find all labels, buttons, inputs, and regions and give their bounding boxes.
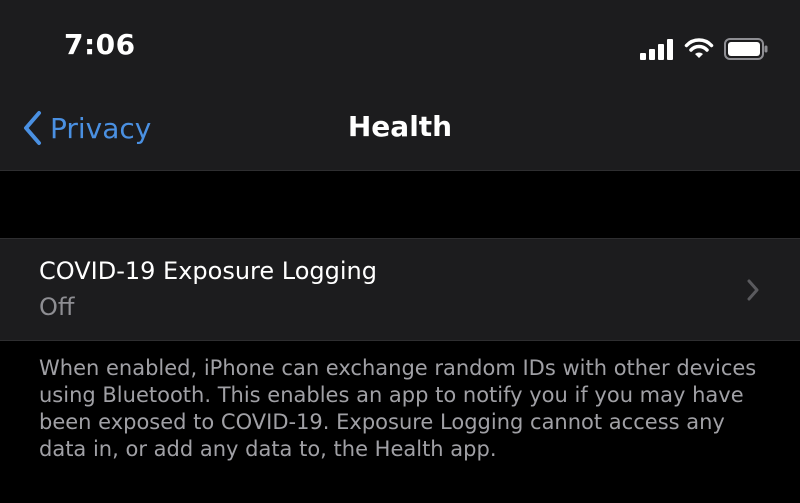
chevron-right-icon [747, 279, 759, 301]
status-time: 7:06 [64, 28, 136, 61]
cellular-signal-icon [640, 39, 673, 60]
cell-status: Off [39, 293, 75, 321]
screen: 7:06 Privacy Health COVID-19 Exposure Lo… [0, 0, 800, 503]
section-spacer [0, 171, 800, 238]
battery-icon [724, 38, 768, 60]
page-title: Health [347, 110, 453, 143]
status-icons [640, 36, 768, 62]
navigation-bar: Privacy Health [0, 92, 800, 171]
cell-title: COVID-19 Exposure Logging [39, 257, 377, 285]
status-bar: 7:06 [0, 0, 800, 92]
exposure-logging-cell[interactable]: COVID-19 Exposure Logging Off [0, 238, 800, 341]
section-footer: When enabled, iPhone can exchange random… [39, 356, 757, 461]
wifi-icon [684, 38, 714, 58]
